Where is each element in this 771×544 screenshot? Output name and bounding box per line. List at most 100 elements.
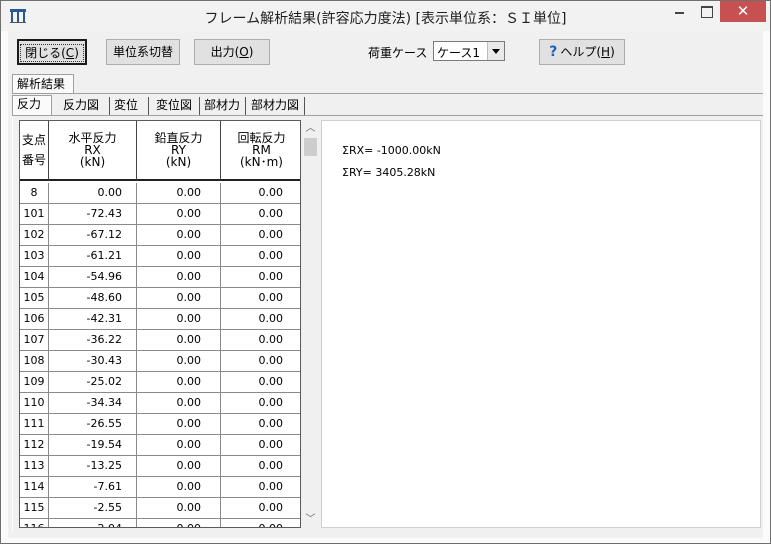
support-no-cell: 8	[20, 183, 49, 203]
vertical-scrollbar[interactable]: ︿ ﹀	[302, 120, 319, 528]
table-row[interactable]: 104 -54.96 0.00 0.00	[20, 267, 300, 288]
table-row[interactable]: 108 -30.43 0.00 0.00	[20, 351, 300, 372]
unit-switch-button[interactable]: 単位系切替	[106, 39, 180, 65]
header-line: (kN･m)	[240, 155, 283, 169]
tab-displacement[interactable]: 変位	[110, 97, 149, 115]
table-row[interactable]: 112 -19.54 0.00 0.00	[20, 435, 300, 456]
scroll-down-icon[interactable]: ﹀	[302, 511, 319, 528]
scroll-thumb[interactable]	[304, 138, 317, 156]
rx-cell: -36.22	[49, 330, 137, 350]
table-row[interactable]: 106 -42.31 0.00 0.00	[20, 309, 300, 330]
rx-cell: -48.60	[49, 288, 137, 308]
header-ry: 鉛直反力 RY (kN)	[137, 121, 221, 181]
frame-analysis-result-window: フレーム解析結果(許容応力度法) [表示単位系：ＳＩ単位] ✕ 閉じる(C) 単…	[0, 0, 771, 544]
close-accel-key: C	[65, 46, 75, 60]
rx-cell: -72.43	[49, 204, 137, 224]
rx-cell: 0.00	[49, 183, 137, 203]
help-icon: ?	[549, 44, 558, 60]
scroll-up-icon[interactable]: ︿	[302, 120, 319, 137]
ry-cell: 0.00	[137, 309, 221, 329]
rm-cell: 0.00	[258, 186, 284, 199]
tab-reaction[interactable]: 反力	[12, 95, 52, 116]
rx-cell: -2.55	[49, 498, 137, 518]
tab-member-force[interactable]: 部材力	[200, 97, 246, 115]
table-row[interactable]: 105 -48.60 0.00 0.00	[20, 288, 300, 309]
table-row[interactable]: 110 -34.34 0.00 0.00	[20, 393, 300, 414]
tab-analysis-result[interactable]: 解析結果	[12, 74, 74, 94]
rm-cell: 0.00	[258, 354, 284, 367]
minimize-button[interactable]	[666, 1, 692, 22]
table-row[interactable]: 101 -72.43 0.00 0.00	[20, 204, 300, 225]
tab-member-force-diagram[interactable]: 部材力図	[247, 97, 305, 115]
table-row[interactable]: 1162.040.000.00	[20, 519, 300, 527]
rx-cell: -7.61	[49, 477, 137, 497]
support-no-cell: 113	[20, 456, 49, 476]
rx-cell: -67.12	[49, 225, 137, 245]
rm-cell: 0.00	[258, 396, 284, 409]
tab-reaction-diagram[interactable]: 反力図	[59, 97, 110, 115]
table-row[interactable]: 103 -61.21 0.00 0.00	[20, 246, 300, 267]
rx-cell: -61.21	[49, 246, 137, 266]
reaction-table[interactable]: 支点 番号 水平反力 RX (kN) 鉛直反力 RY (kN) 回転反力 RM …	[19, 120, 301, 528]
ry-cell: 0.00	[137, 393, 221, 413]
ry-cell: 0.00	[137, 204, 221, 224]
table-row[interactable]: 8 0.00 0.00 0.00	[20, 183, 300, 204]
rm-cell: 0.00	[258, 270, 284, 283]
table-row[interactable]: 114 -7.61 0.00 0.00	[20, 477, 300, 498]
rx-cell: -30.43	[49, 351, 137, 371]
close-window-button[interactable]: ✕	[720, 1, 766, 22]
support-no-cell: 104	[20, 267, 49, 287]
table-row[interactable]: 111 -26.55 0.00 0.00	[20, 414, 300, 435]
support-no-cell: 115	[20, 498, 49, 518]
rx-cell: -54.96	[49, 267, 137, 287]
support-no-cell: 112	[20, 435, 49, 455]
rx-cell: -25.02	[49, 372, 137, 392]
header-line: 支点	[21, 133, 46, 147]
ry-cell: 0.00	[137, 288, 221, 308]
title-bar: フレーム解析結果(許容応力度法) [表示単位系：ＳＩ単位] ✕	[1, 1, 770, 31]
rm-cell: 0.00	[258, 333, 284, 346]
rx-cell: -26.55	[49, 414, 137, 434]
support-no-cell: 103	[20, 246, 49, 266]
support-no-cell: 111	[20, 414, 49, 434]
rx-cell: 2.04	[49, 519, 137, 527]
rx-cell: -34.34	[49, 393, 137, 413]
rx-cell: -13.25	[49, 456, 137, 476]
ry-cell: 0.00	[137, 246, 221, 266]
close-icon: ✕	[736, 2, 750, 20]
support-no-cell: 116	[20, 519, 49, 527]
output-button[interactable]: 出力(O)	[194, 39, 270, 65]
support-no-cell: 114	[20, 477, 49, 497]
help-label-text: ヘルプ(	[560, 45, 602, 59]
table-row[interactable]: 113 -13.25 0.00 0.00	[20, 456, 300, 477]
table-row[interactable]: 109 -25.02 0.00 0.00	[20, 372, 300, 393]
ry-cell: 0.00	[137, 225, 221, 245]
chevron-down-icon[interactable]	[487, 42, 504, 60]
header-line: (kN)	[79, 155, 106, 169]
table-row[interactable]: 102 -67.12 0.00 0.00	[20, 225, 300, 246]
tab-displacement-diagram[interactable]: 変位図	[152, 97, 200, 115]
rm-cell: 0.00	[221, 519, 300, 527]
table-row[interactable]: 107 -36.22 0.00 0.00	[20, 330, 300, 351]
support-no-cell: 101	[20, 204, 49, 224]
output-label-text: 出力(	[210, 45, 240, 59]
close-button[interactable]: 閉じる(C)	[17, 39, 87, 65]
rm-cell: 0.00	[258, 228, 284, 241]
client-area: 閉じる(C) 単位系切替 出力(O) 荷重ケース ケース1 ? ヘルプ(H) 解析…	[8, 31, 763, 538]
rm-cell: 0.00	[258, 291, 284, 304]
ry-cell: 0.00	[137, 435, 221, 455]
table-row[interactable]: 115 -2.55 0.00 0.00	[20, 498, 300, 519]
support-no-cell: 110	[20, 393, 49, 413]
load-case-select[interactable]: ケース1	[433, 41, 505, 61]
ry-cell: 0.00	[137, 414, 221, 434]
maximize-button[interactable]	[693, 1, 719, 22]
support-no-cell: 102	[20, 225, 49, 245]
help-button[interactable]: ? ヘルプ(H)	[539, 39, 625, 65]
output-accel-key: O	[239, 45, 249, 59]
support-no-cell: 106	[20, 309, 49, 329]
support-no-cell: 109	[20, 372, 49, 392]
header-rm: 回転反力 RM (kN･m)	[221, 121, 300, 181]
rm-cell: 0.00	[258, 480, 284, 493]
close-button-label: 閉じる(C)	[20, 44, 84, 62]
sum-rx: ΣRX= -1000.00kN	[342, 144, 441, 157]
